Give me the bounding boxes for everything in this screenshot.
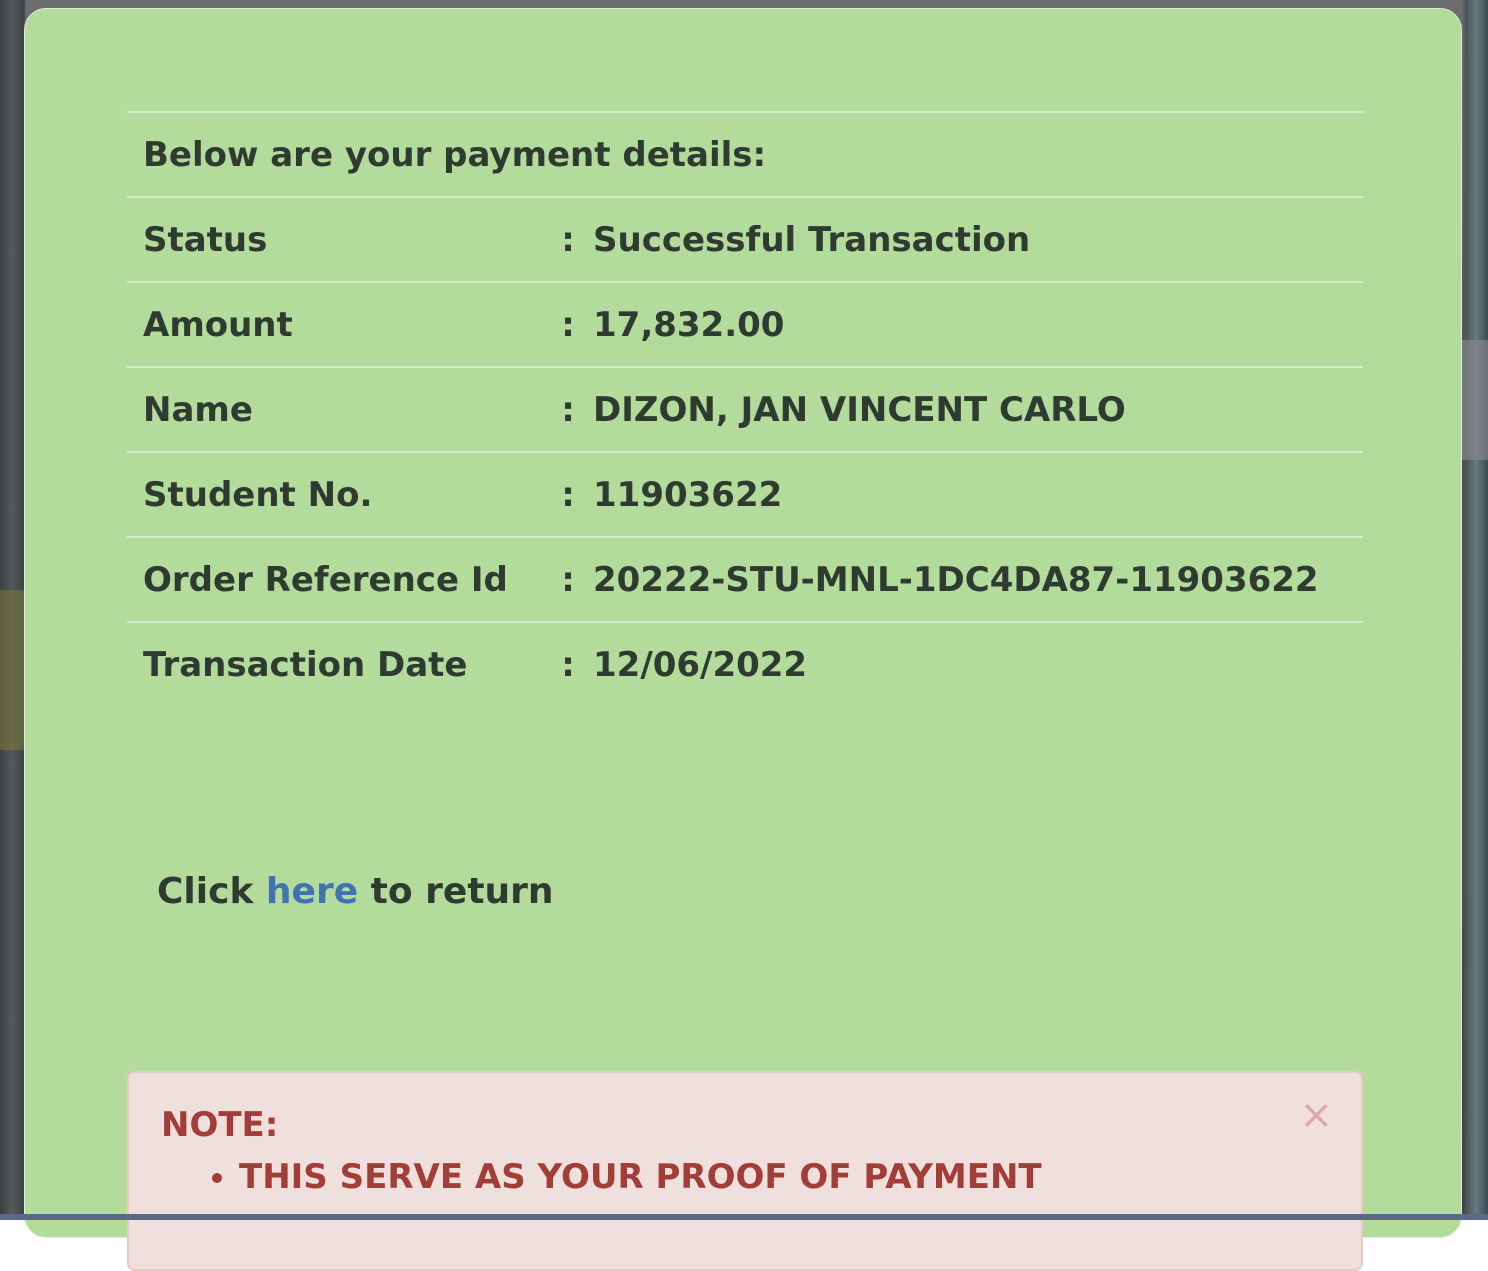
student-no-value: 11903622 [593, 452, 1363, 537]
row-separator: : [543, 452, 593, 537]
amount-value: 17,832.00 [593, 282, 1363, 367]
transaction-date-label: Transaction Date [127, 622, 543, 706]
list-item: THIS SERVE AS YOUR PROOF OF PAYMENT [239, 1157, 1042, 1197]
close-icon[interactable]: × [1299, 1095, 1333, 1135]
window-bottom-edge [0, 1214, 1488, 1220]
row-separator: : [543, 367, 593, 452]
proof-of-payment-alert: NOTE: THIS SERVE AS YOUR PROOF OF PAYMEN… [127, 1071, 1363, 1271]
note-title: NOTE: [161, 1105, 278, 1145]
background-detail-left [0, 590, 24, 750]
student-no-label: Student No. [127, 452, 543, 537]
amount-label: Amount [127, 282, 543, 367]
table-row: Student No. : 11903622 [127, 452, 1363, 537]
background-detail-right [1462, 340, 1488, 460]
name-label: Name [127, 367, 543, 452]
status-value: Successful Transaction [593, 197, 1363, 282]
note-list: THIS SERVE AS YOUR PROOF OF PAYMENT [239, 1157, 1042, 1197]
status-label: Status [127, 197, 543, 282]
return-link[interactable]: here [266, 871, 358, 912]
transaction-date-value: 12/06/2022 [593, 622, 1363, 706]
row-separator: : [543, 622, 593, 706]
row-separator: : [543, 197, 593, 282]
table-row: Transaction Date : 12/06/2022 [127, 622, 1363, 706]
table-row: Name : DIZON, JAN VINCENT CARLO [127, 367, 1363, 452]
return-text-after: to return [358, 871, 553, 912]
table-row: Status : Successful Transaction [127, 197, 1363, 282]
return-instruction: Click here to return [157, 871, 554, 912]
row-separator: : [543, 282, 593, 367]
name-value: DIZON, JAN VINCENT CARLO [593, 367, 1363, 452]
details-intro: Below are your payment details: [127, 112, 1363, 197]
table-row: Amount : 17,832.00 [127, 282, 1363, 367]
payment-details-table: Below are your payment details: Status :… [127, 111, 1363, 706]
order-reference-label: Order Reference Id [127, 537, 543, 622]
payment-details-panel: Below are your payment details: Status :… [24, 8, 1462, 1238]
details-header-row: Below are your payment details: [127, 112, 1363, 197]
return-text-before: Click [157, 871, 266, 912]
row-separator: : [543, 537, 593, 622]
table-row: Order Reference Id : 20222-STU-MNL-1DC4D… [127, 537, 1363, 622]
order-reference-value: 20222-STU-MNL-1DC4DA87-11903622 [593, 537, 1363, 622]
